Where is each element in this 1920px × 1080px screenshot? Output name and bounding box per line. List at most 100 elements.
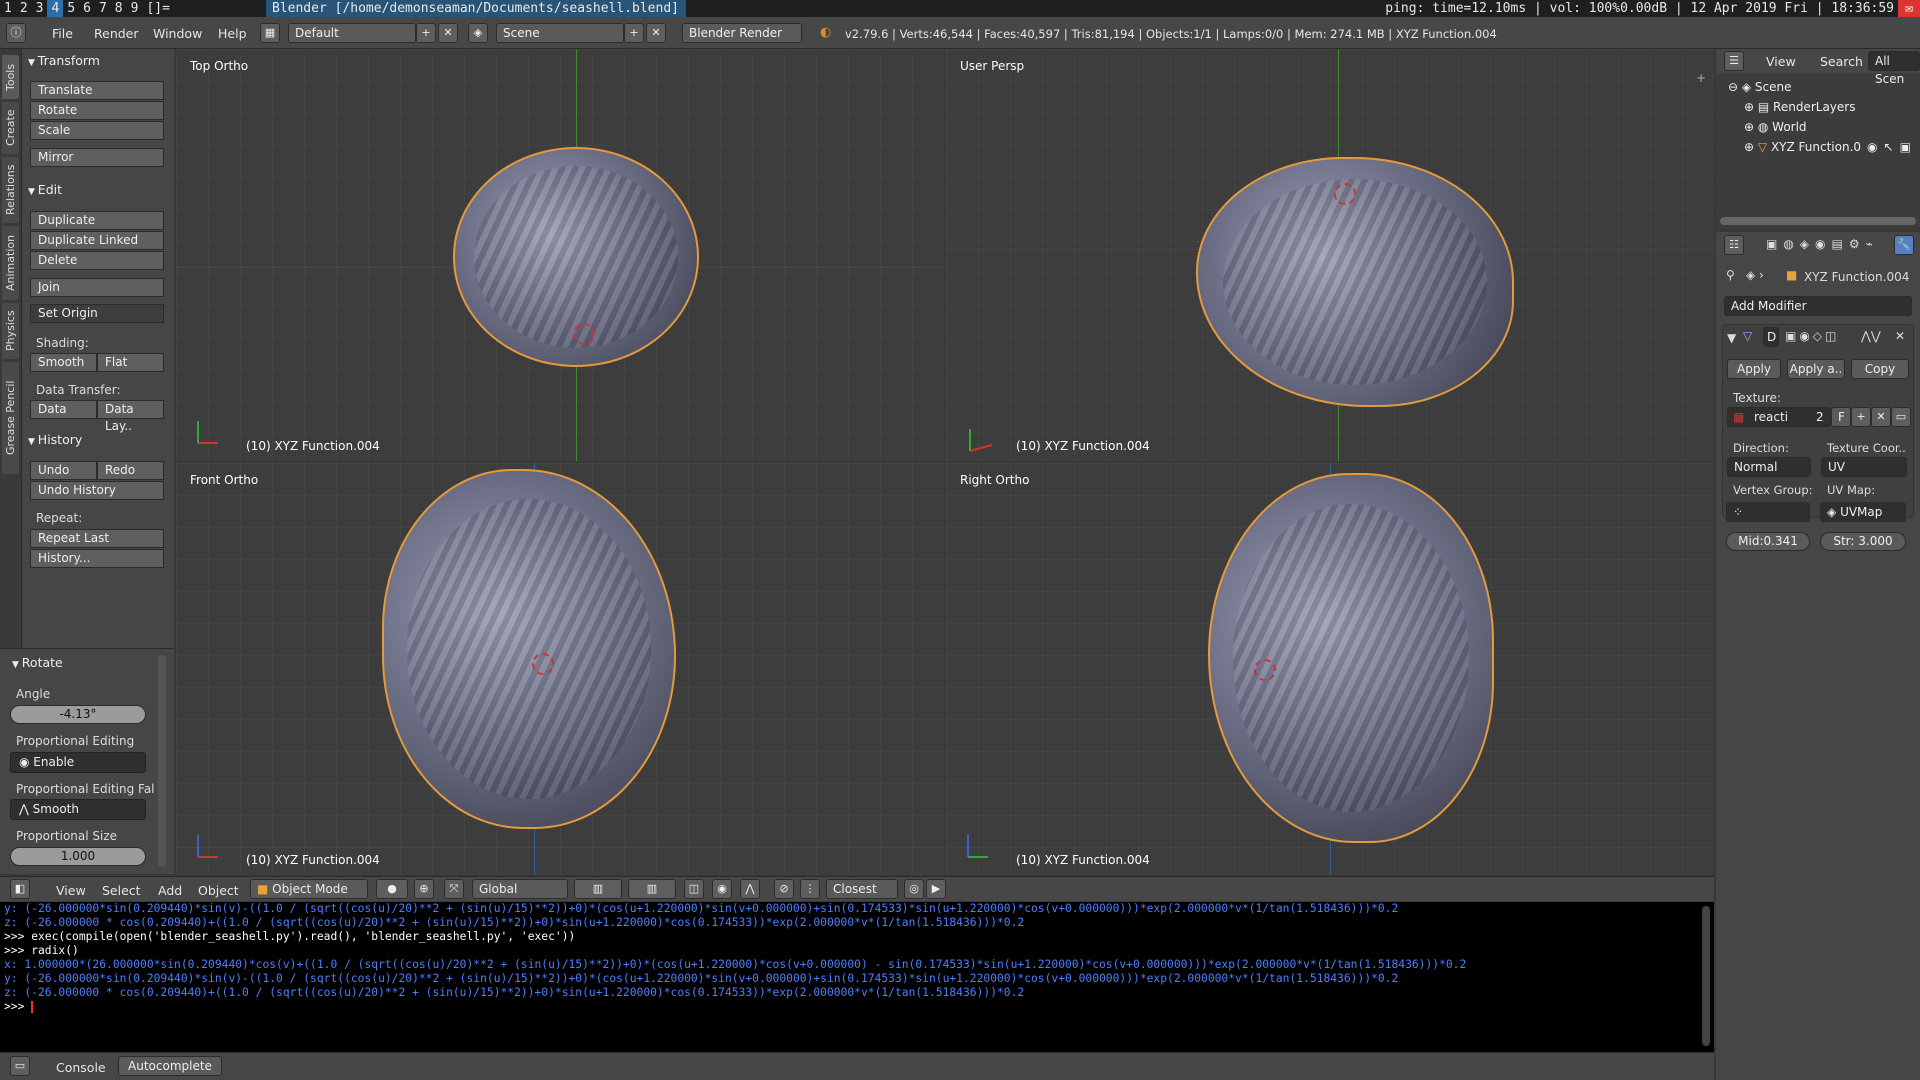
menu-add[interactable]: Add (158, 883, 182, 898)
snap-target-select[interactable]: Closest (826, 879, 898, 899)
snap-icon[interactable]: ⊘ (774, 879, 794, 899)
outliner-menu-view[interactable]: View (1766, 54, 1796, 69)
texture-users-field[interactable]: 2 (1809, 407, 1831, 427)
repeat-last-button[interactable]: Repeat Last (30, 529, 164, 548)
seashell-mesh[interactable] (1208, 473, 1494, 843)
menu-object[interactable]: Object (198, 883, 239, 898)
context-tabs-icon[interactable]: ▣◍◈◉▤⚙⌁ (1766, 237, 1879, 251)
mirror-button[interactable]: Mirror (30, 148, 164, 167)
viewport-top-ortho[interactable]: Top Ortho (10) XYZ Function.004 (176, 49, 944, 461)
data-layout-button[interactable]: Data Lay.. (97, 400, 164, 433)
texture-coords-select[interactable]: UV (1821, 457, 1907, 477)
tab-relations[interactable]: Relations (2, 157, 19, 223)
menu-help[interactable]: Help (218, 26, 247, 41)
workspace-2[interactable]: 2 (16, 0, 32, 17)
apply-as-shape-button[interactable]: Apply a.. (1787, 359, 1845, 379)
modifier-name-field[interactable]: D (1763, 327, 1779, 347)
direction-select[interactable]: Normal (1727, 457, 1811, 477)
tab-tools[interactable]: Tools (2, 55, 19, 99)
proportional-falloff-select[interactable]: ⋀ Smooth (10, 799, 146, 820)
visibility-eye-icon[interactable]: ◉ (1867, 140, 1877, 154)
mode-select[interactable]: ■ Object Mode (250, 879, 368, 899)
outliner-menu-search[interactable]: Search (1820, 54, 1863, 69)
panel-edit-title[interactable]: Edit (28, 182, 62, 197)
outliner-item-world[interactable]: ⊕ ◍ World (1716, 117, 1920, 137)
manipulator-icon[interactable]: ⤧ (444, 879, 464, 899)
render-camera-icon[interactable]: ▣ (1900, 140, 1911, 154)
layers-icon[interactable]: ▥ (574, 879, 622, 899)
workspace-7[interactable]: 7 (95, 0, 111, 17)
pivot-point-icon[interactable]: ⊕ (414, 879, 434, 899)
transform-orientation-select[interactable]: Global (472, 879, 568, 899)
undo-history-button[interactable]: Undo History (30, 481, 164, 500)
scale-button[interactable]: Scale (30, 121, 164, 140)
remove-layout-icon[interactable]: ✕ (438, 23, 458, 43)
snap-element-icon[interactable]: ⋮ (800, 879, 820, 899)
midlevel-field[interactable]: Mid:0.341 (1726, 532, 1810, 551)
unlink-texture-icon[interactable]: ✕ (1871, 407, 1891, 427)
screen-layout-icon[interactable]: ▦ (260, 23, 280, 43)
outliner-display-select[interactable]: All Scen (1868, 51, 1920, 86)
workspace-3[interactable]: 3 (32, 0, 48, 17)
outliner-item-xyz-function[interactable]: ⊕ ▽ XYZ Function.0 ◉ ↖ ▣ (1716, 137, 1920, 157)
editor-type-icon[interactable]: ▭ (10, 1056, 30, 1076)
editor-type-icon[interactable]: ☰ (1724, 51, 1744, 71)
add-layout-icon[interactable]: + (416, 23, 436, 43)
tab-physics[interactable]: Physics (2, 303, 19, 359)
editor-type-icon[interactable]: ⓘ (6, 23, 26, 43)
duplicate-linked-button[interactable]: Duplicate Linked (30, 231, 164, 250)
workspace-9[interactable]: 9 (127, 0, 143, 17)
pin-icon[interactable]: ⚲ (1726, 268, 1735, 282)
modifier-wrench-icon[interactable]: 🔧 (1894, 235, 1914, 255)
join-button[interactable]: Join (30, 278, 164, 297)
proportional-edit-icon[interactable]: ◉ (712, 879, 732, 899)
angle-field[interactable]: -4.13° (10, 705, 146, 724)
tab-animation[interactable]: Animation (2, 226, 19, 300)
panel-transform-title[interactable]: Transform (28, 53, 100, 68)
viewport-corner-icon[interactable]: + (1696, 71, 1706, 85)
workspace-1[interactable]: 1 (0, 0, 16, 17)
editor-type-icon[interactable]: ☷ (1724, 235, 1744, 255)
select-cursor-icon[interactable]: ↖ (1884, 140, 1894, 154)
viewport-right-ortho[interactable]: Right Ortho (10) XYZ Function.004 (946, 463, 1714, 875)
move-up-icon[interactable]: ⋀⋁ (1861, 329, 1881, 343)
outliner-item-scene[interactable]: ⊖ ◈ Scene (1716, 77, 1920, 97)
outliner-item-renderlayers[interactable]: ⊕ ▤ RenderLayers (1716, 97, 1920, 117)
remove-modifier-icon[interactable]: ✕ (1895, 329, 1905, 343)
apply-button[interactable]: Apply (1727, 359, 1781, 379)
console-scrollbar[interactable] (1702, 906, 1710, 1046)
viewport-front-ortho[interactable]: Front Ortho (10) XYZ Function.004 (176, 463, 944, 875)
set-origin-select[interactable]: Set Origin (30, 304, 164, 323)
strength-field[interactable]: Str: 3.000 (1820, 532, 1906, 551)
screen-layout-field[interactable]: Default (288, 23, 416, 43)
viewport-shading-icon[interactable]: ● (376, 879, 408, 899)
workspace-8[interactable]: 8 (111, 0, 127, 17)
translate-button[interactable]: Translate (30, 81, 164, 100)
falloff-icon[interactable]: ⋀ (740, 879, 760, 899)
scene-icon[interactable]: ◈ (468, 23, 488, 43)
lock-layers-icon[interactable]: ◫ (684, 879, 704, 899)
opengl-anim-icon[interactable]: ▶ (926, 879, 946, 899)
scene-field[interactable]: Scene (496, 23, 624, 43)
add-scene-icon[interactable]: + (624, 23, 644, 43)
python-console[interactable]: y: (-26.000000*sin(0.209440)*sin(v)-((1.… (0, 902, 1714, 1052)
operator-scrollbar[interactable] (158, 655, 166, 867)
vertex-group-field[interactable]: ⁘ (1726, 502, 1810, 522)
workspace-6[interactable]: 6 (79, 0, 95, 17)
history-button[interactable]: History... (30, 549, 164, 568)
redo-button[interactable]: Redo (97, 461, 164, 480)
flat-button[interactable]: Flat (97, 353, 164, 372)
opengl-render-icon[interactable]: ◎ (904, 879, 924, 899)
uv-map-field[interactable]: ◈ UVMap (1820, 502, 1906, 522)
data-button[interactable]: Data (30, 400, 97, 419)
workspace-5[interactable]: 5 (63, 0, 79, 17)
layers-2-icon[interactable]: ▥ (628, 879, 676, 899)
add-modifier-select[interactable]: Add Modifier (1724, 296, 1912, 316)
menu-view[interactable]: View (56, 883, 86, 898)
tab-create[interactable]: Create (2, 102, 19, 154)
editor-type-icon[interactable]: ◧ (10, 879, 30, 899)
remove-scene-icon[interactable]: ✕ (646, 23, 666, 43)
tab-grease-pencil[interactable]: Grease Pencil (2, 362, 19, 474)
operator-title[interactable]: Rotate (12, 655, 63, 670)
delete-button[interactable]: Delete (30, 251, 164, 270)
